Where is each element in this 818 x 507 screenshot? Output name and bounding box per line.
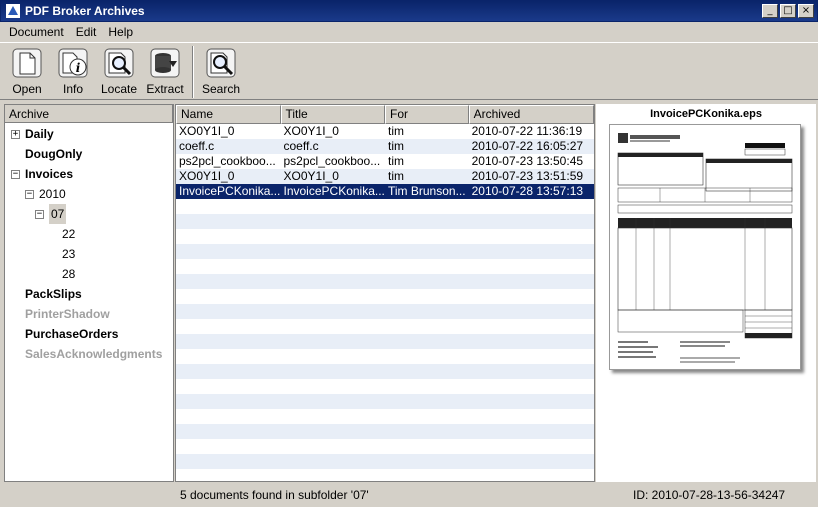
tree-node-invoices[interactable]: − Invoices — [11, 164, 73, 184]
table-row[interactable]: XO0Y1I_0 XO0Y1I_0 tim 2010-07-22 11:36:1… — [176, 124, 594, 139]
status-message: 5 documents found in subfolder '07' — [180, 488, 369, 502]
tree-node-packslips[interactable]: PackSlips — [25, 284, 82, 304]
open-button[interactable]: Open — [6, 47, 48, 96]
menu-bar: Document Edit Help — [0, 22, 818, 42]
tree-node-07[interactable]: − 07 — [35, 204, 67, 224]
extract-database-icon — [150, 48, 180, 78]
info-button[interactable]: i Info — [52, 47, 94, 96]
column-header-for[interactable]: For — [385, 105, 469, 124]
invoice-thumbnail-drawing — [617, 133, 793, 363]
preview-title: InvoicePCKonika.eps — [650, 108, 762, 120]
window-title: PDF Broker Archives — [25, 4, 145, 18]
title-bar: PDF Broker Archives _ □ × — [0, 0, 818, 22]
status-bar: 5 documents found in subfolder '07' ID: … — [0, 483, 818, 507]
app-icon — [6, 4, 20, 18]
invoice-thumbnail — [609, 124, 801, 370]
maximize-button[interactable]: □ — [780, 4, 796, 18]
menu-edit[interactable]: Edit — [70, 25, 103, 39]
close-button[interactable]: × — [798, 4, 814, 18]
tree-node-23[interactable]: 23 — [62, 244, 75, 264]
column-header-title[interactable]: Title — [280, 105, 385, 124]
menu-document[interactable]: Document — [3, 25, 70, 39]
table-row[interactable]: ps2pcl_cookboo... ps2pcl_cookboo... tim … — [176, 154, 594, 169]
toolbar: Open i Info Locate Extract Search — [0, 42, 818, 100]
open-label: Open — [12, 82, 42, 96]
collapse-icon[interactable]: − — [11, 169, 20, 179]
menu-help[interactable]: Help — [102, 25, 139, 39]
extract-button[interactable]: Extract — [144, 47, 186, 96]
tree-node-28[interactable]: 28 — [62, 264, 75, 284]
search-icon — [206, 48, 236, 78]
tree-node-salesacknowledgments[interactable]: SalesAcknowledgments — [25, 344, 162, 364]
table-row[interactable]: coeff.c coeff.c tim 2010-07-22 16:05:27 — [176, 139, 594, 154]
list-header: Name Title For Archived — [176, 105, 594, 124]
archive-tree[interactable]: Archive + Daily DougOnly − Invoices − 20… — [4, 104, 174, 482]
tree-node-daily[interactable]: + Daily — [11, 124, 54, 144]
empty-rows — [176, 199, 594, 469]
search-button[interactable]: Search — [200, 47, 242, 96]
collapse-icon[interactable]: − — [35, 209, 44, 219]
tree-node-22[interactable]: 22 — [62, 224, 75, 244]
extract-label: Extract — [146, 82, 184, 96]
info-label: Info — [62, 82, 83, 96]
tree-node-dougonly[interactable]: DougOnly — [25, 144, 82, 164]
column-header-name[interactable]: Name — [176, 105, 281, 124]
collapse-icon[interactable]: − — [25, 189, 34, 199]
tree-node-purchaseorders[interactable]: PurchaseOrders — [25, 324, 118, 344]
table-row-selected[interactable]: InvoicePCKonika... InvoicePCKonika... Ti… — [176, 184, 594, 199]
toolbar-separator — [192, 46, 194, 98]
tree-node-printershadow[interactable]: PrinterShadow — [25, 304, 110, 324]
open-document-icon — [12, 48, 42, 78]
search-label: Search — [201, 82, 241, 96]
status-document-id: ID: 2010-07-28-13-56-34247 — [633, 488, 786, 502]
locate-label: Locate — [100, 82, 138, 96]
archive-tree-header: Archive — [5, 105, 173, 123]
tree-node-2010[interactable]: − 2010 — [25, 184, 66, 204]
svg-text:i: i — [76, 61, 81, 75]
minimize-button[interactable]: _ — [762, 4, 778, 18]
preview-panel: InvoicePCKonika.eps — [596, 104, 816, 482]
locate-button[interactable]: Locate — [98, 47, 140, 96]
expand-icon[interactable]: + — [11, 129, 20, 139]
document-list[interactable]: Name Title For Archived XO0Y1I_0 XO0Y1I_… — [175, 104, 595, 482]
info-icon: i — [58, 48, 88, 78]
table-row[interactable]: XO0Y1I_0 XO0Y1I_0 tim 2010-07-23 13:51:5… — [176, 169, 594, 184]
column-header-archived[interactable]: Archived — [468, 105, 594, 124]
locate-magnifier-icon — [104, 48, 134, 78]
